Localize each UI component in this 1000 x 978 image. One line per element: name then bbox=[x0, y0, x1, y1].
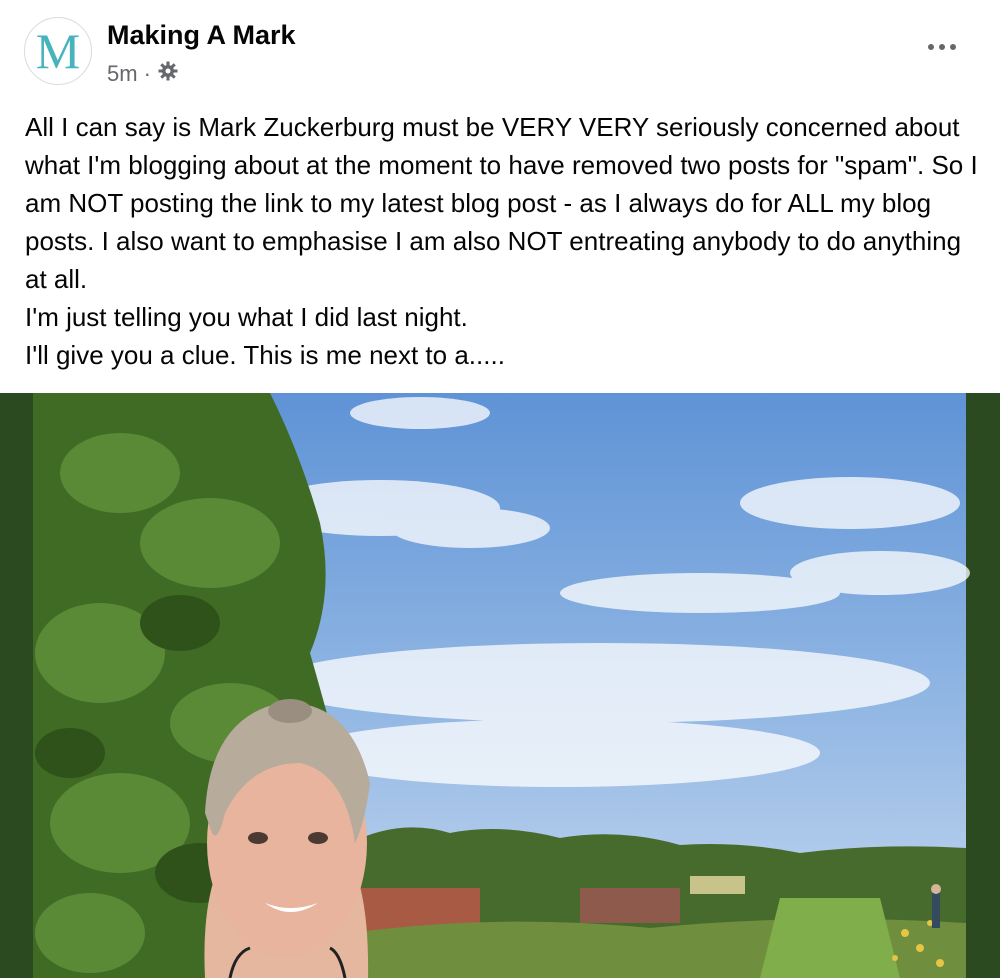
photo-image bbox=[0, 393, 1000, 978]
avatar-logo: M bbox=[36, 23, 80, 79]
avatar-letter: M bbox=[36, 23, 80, 79]
author-name[interactable]: Making A Mark bbox=[107, 20, 296, 51]
post-text: All I can say is Mark Zuckerburg must be… bbox=[25, 108, 985, 374]
post-timestamp[interactable]: 5m bbox=[107, 61, 138, 87]
post-meta: 5m · bbox=[107, 60, 179, 88]
gear-icon[interactable] bbox=[157, 60, 179, 88]
avatar[interactable]: M bbox=[24, 17, 92, 85]
meta-separator: · bbox=[143, 61, 151, 86]
post-text-line: I'll give you a clue. This is me next to… bbox=[25, 340, 505, 370]
post-text-line: All I can say is Mark Zuckerburg must be… bbox=[25, 112, 978, 294]
more-options-icon[interactable] bbox=[928, 36, 956, 58]
post-header: M Making A Mark 5m · bbox=[0, 0, 1000, 100]
post-text-line: I'm just telling you what I did last nig… bbox=[25, 302, 468, 332]
post-photo[interactable] bbox=[0, 393, 1000, 978]
